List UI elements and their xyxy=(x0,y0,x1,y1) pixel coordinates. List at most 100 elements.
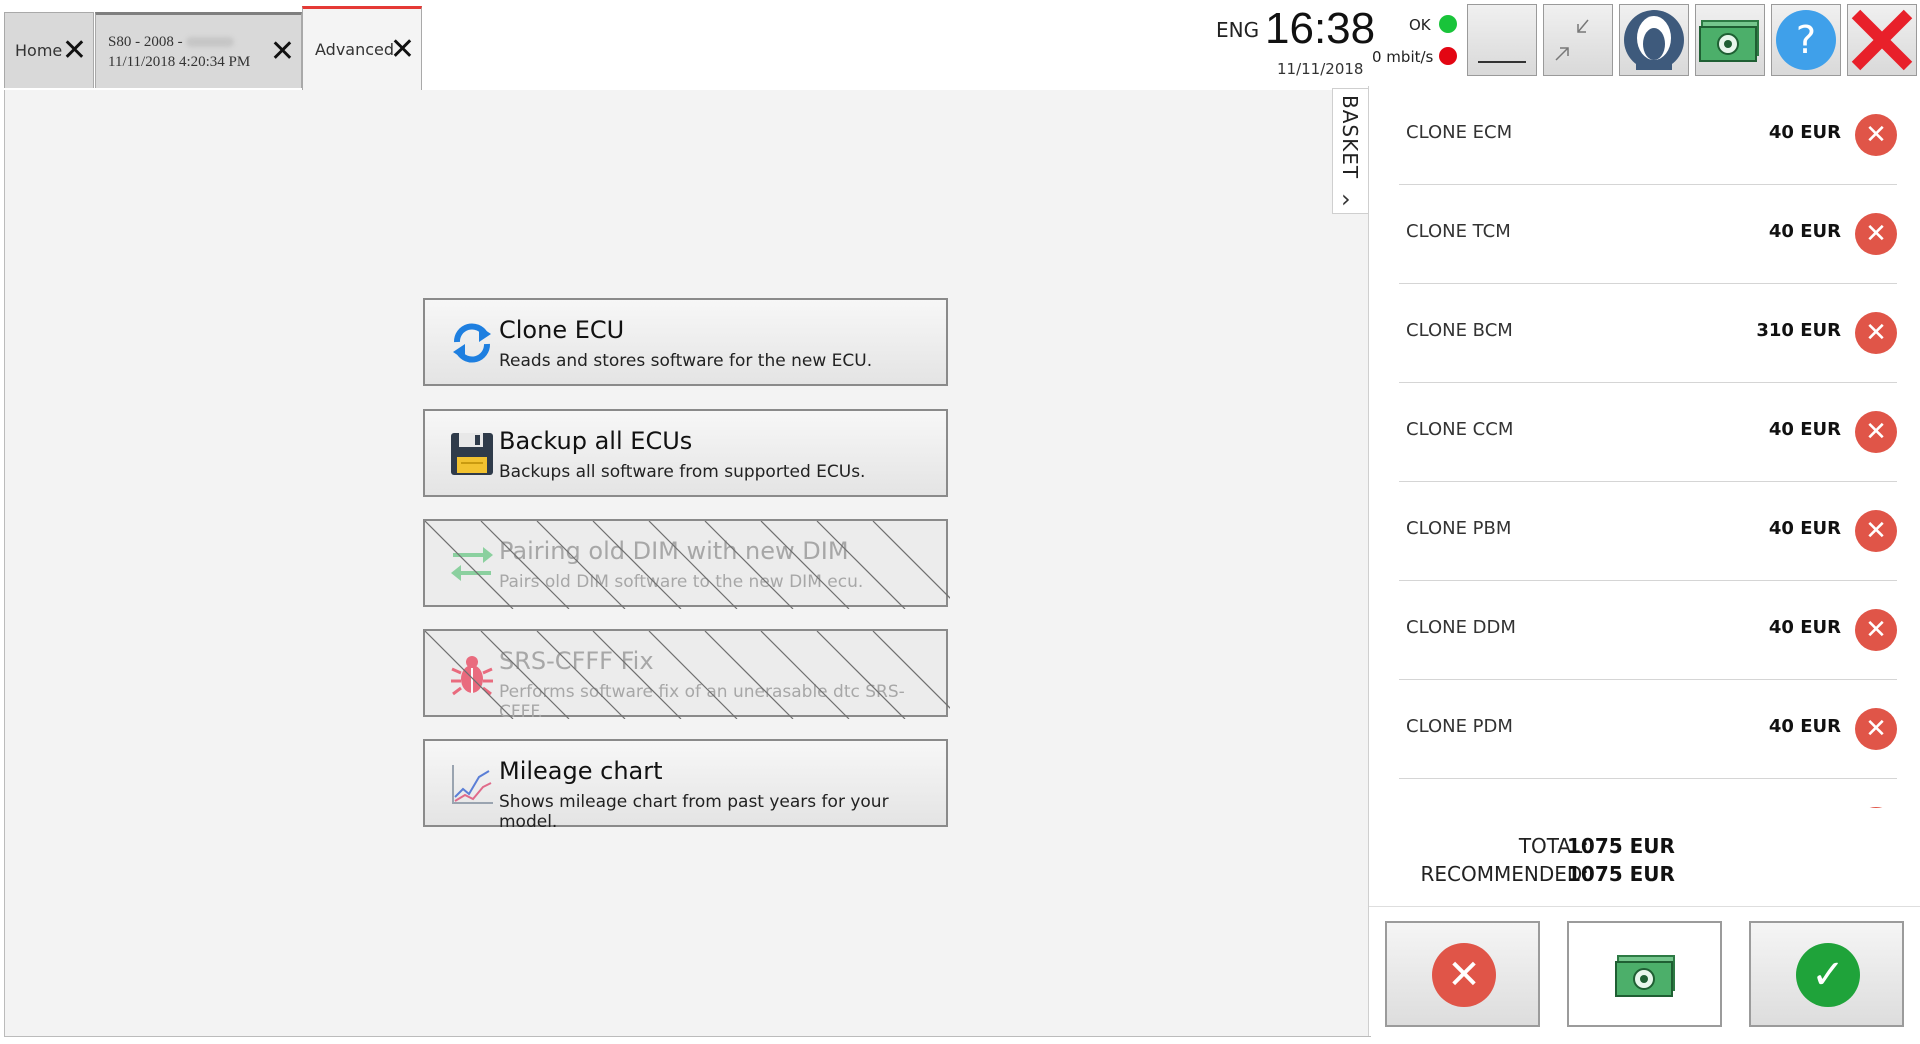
tab-advanced-label: Advanced xyxy=(315,40,395,59)
bug-icon xyxy=(451,656,493,696)
mileage-chart-button[interactable]: Mileage chart Shows mileage chart from p… xyxy=(423,739,948,832)
tab-session-vehicle: S80 - 2008 - xyxy=(108,33,183,50)
date-display: 11/11/2018 xyxy=(1277,60,1364,78)
function-description: Pairs old DIM software to the new DIM ec… xyxy=(499,572,864,592)
redacted-text xyxy=(186,37,235,48)
close-app-button[interactable] xyxy=(1847,4,1917,76)
status-speed-icon xyxy=(1439,47,1457,65)
money-icon xyxy=(1615,955,1675,997)
resize-icon xyxy=(1555,19,1589,61)
basket-toggle[interactable]: BASKET › xyxy=(1332,88,1368,214)
recommended-label: RECOMMENDED: xyxy=(1420,862,1589,886)
confirm-basket-button[interactable]: ✓ xyxy=(1749,921,1904,1027)
tab-session-labels: S80 - 2008 - 11/11/2018 4:20:34 PM xyxy=(108,32,250,72)
tab-vehicle-session[interactable]: S80 - 2008 - 11/11/2018 4:20:34 PM ✕ xyxy=(95,12,302,88)
function-title: Backup all ECUs xyxy=(499,427,693,455)
basket-item-price: 40 EUR xyxy=(1768,419,1841,440)
remove-item-button[interactable] xyxy=(1855,807,1897,808)
tab-session-datetime: 11/11/2018 4:20:34 PM xyxy=(108,53,251,70)
basket-item: CLONE ECM 40 EUR ✕ xyxy=(1399,86,1897,185)
status-ok-icon xyxy=(1439,15,1457,33)
tab-home[interactable]: Home ✕ xyxy=(4,12,94,88)
basket-item-name: CLONE ECM xyxy=(1406,122,1513,143)
payment-button[interactable] xyxy=(1695,4,1765,76)
basket-item-price: 40 EUR xyxy=(1768,122,1841,143)
basket-item-partial xyxy=(1399,779,1897,808)
basket-item: CLONE TCM 40 EUR ✕ xyxy=(1399,185,1897,284)
remove-item-button[interactable]: ✕ xyxy=(1855,708,1897,750)
tab-home-label: Home xyxy=(15,41,63,60)
minimize-button[interactable] xyxy=(1467,4,1537,76)
function-title: Mileage chart xyxy=(499,757,663,785)
function-description: Backups all software from supported ECUs… xyxy=(499,462,866,482)
basket-list[interactable]: CLONE ECM 40 EUR ✕ CLONE TCM 40 EUR ✕ CL… xyxy=(1399,86,1897,808)
remove-item-button[interactable]: ✕ xyxy=(1855,609,1897,651)
user-button[interactable] xyxy=(1619,4,1689,76)
basket-item-name: CLONE DDM xyxy=(1406,617,1516,638)
remove-item-button[interactable]: ✕ xyxy=(1855,312,1897,354)
basket-item-name: CLONE CCM xyxy=(1406,419,1514,440)
basket-item-name: CLONE PDM xyxy=(1406,716,1513,737)
checkmark-icon: ✓ xyxy=(1796,943,1860,1007)
resize-button[interactable] xyxy=(1543,4,1613,76)
srs-cfff-fix-button: SRS-CFFF Fix Performs software fix of an… xyxy=(423,629,950,722)
clock: 16:38 xyxy=(1265,4,1376,53)
basket-item-price: 40 EUR xyxy=(1768,716,1841,737)
disabled-hatch xyxy=(425,521,950,609)
basket-item: CLONE CCM 40 EUR ✕ xyxy=(1399,383,1897,482)
function-description: Shows mileage chart from past years for … xyxy=(499,792,889,832)
user-icon xyxy=(1624,10,1684,70)
remove-item-button[interactable]: ✕ xyxy=(1855,510,1897,552)
minimize-icon xyxy=(1478,61,1526,63)
basket-item-price: 40 EUR xyxy=(1768,221,1841,242)
recommended-value: 1075 EUR xyxy=(1567,862,1675,886)
basket-panel: CLONE ECM 40 EUR ✕ CLONE TCM 40 EUR ✕ CL… xyxy=(1368,86,1920,1036)
pairing-dim-button: Pairing old DIM with new DIM Pairs old D… xyxy=(423,519,950,609)
help-button[interactable]: ? xyxy=(1771,4,1841,76)
refresh-icon xyxy=(453,323,491,363)
total-value: 1075 EUR xyxy=(1567,834,1675,858)
function-title: SRS-CFFF Fix xyxy=(499,647,654,675)
basket-item: CLONE PDM 40 EUR ✕ xyxy=(1399,680,1897,779)
basket-item-name: CLONE TCM xyxy=(1406,221,1511,242)
clone-ecu-button[interactable]: Clone ECU Reads and stores software for … xyxy=(423,298,948,386)
basket-item: CLONE PBM 40 EUR ✕ xyxy=(1399,482,1897,581)
basket-item-price: 40 EUR xyxy=(1768,518,1841,539)
basket-item: CLONE DDM 40 EUR ✕ xyxy=(1399,581,1897,680)
remove-item-button[interactable]: ✕ xyxy=(1855,411,1897,453)
chart-icon xyxy=(452,765,493,804)
cancel-basket-button[interactable]: ✕ xyxy=(1385,921,1540,1027)
advanced-functions-panel: Clone ECU Reads and stores software for … xyxy=(4,90,1371,1037)
basket-tab-label: BASKET xyxy=(1338,95,1362,180)
remove-item-button[interactable]: ✕ xyxy=(1855,114,1897,156)
tab-advanced[interactable]: Advanced ✕ xyxy=(302,6,422,90)
cancel-icon: ✕ xyxy=(1432,943,1496,1007)
function-description: Reads and stores software for the new EC… xyxy=(499,351,873,371)
help-icon: ? xyxy=(1776,10,1836,70)
swap-arrows-icon xyxy=(451,547,493,581)
close-tab-icon[interactable]: ✕ xyxy=(270,36,295,67)
top-bar: Home ✕ S80 - 2008 - 11/11/2018 4:20:34 P… xyxy=(0,0,1920,90)
basket-item-name: CLONE PBM xyxy=(1406,518,1512,539)
floppy-icon xyxy=(451,433,493,475)
basket-actions: ✕ ✓ xyxy=(1369,906,1920,1035)
basket-item-name: CLONE BCM xyxy=(1406,320,1513,341)
basket-item: CLONE BCM 310 EUR ✕ xyxy=(1399,284,1897,383)
close-tab-icon[interactable]: ✕ xyxy=(390,34,415,65)
close-tab-icon[interactable]: ✕ xyxy=(62,35,87,66)
chevron-right-icon: › xyxy=(1341,185,1351,213)
connection-status-label: OK xyxy=(1409,16,1431,34)
close-app-icon xyxy=(1851,9,1913,71)
pay-button[interactable] xyxy=(1567,921,1722,1027)
language-indicator[interactable]: ENG xyxy=(1216,18,1259,42)
function-description: Performs software fix of an unerasable d… xyxy=(499,682,905,722)
svg-text:?: ? xyxy=(1796,18,1816,62)
function-title: Pairing old DIM with new DIM xyxy=(499,537,849,565)
speed-label: 0 mbit/s xyxy=(1372,48,1434,66)
backup-all-ecus-button[interactable]: Backup all ECUs Backups all software fro… xyxy=(423,409,948,497)
remove-item-button[interactable]: ✕ xyxy=(1855,213,1897,255)
function-title: Clone ECU xyxy=(499,316,625,344)
basket-item-price: 310 EUR xyxy=(1756,320,1841,341)
money-icon xyxy=(1699,20,1759,62)
basket-item-price: 40 EUR xyxy=(1768,617,1841,638)
